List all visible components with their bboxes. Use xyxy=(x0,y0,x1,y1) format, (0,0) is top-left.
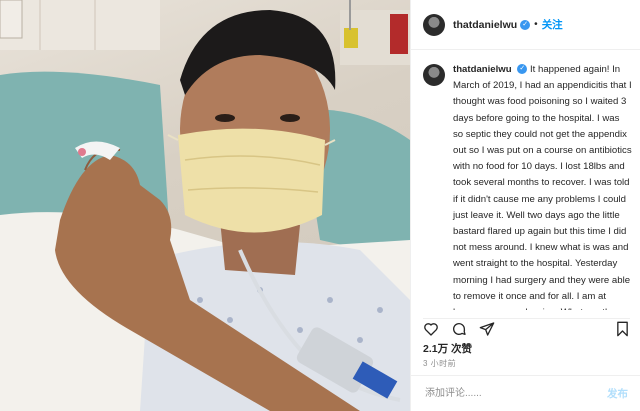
verified-badge-icon: ✓ xyxy=(520,19,531,30)
post-header: thatdanielwu ✓ • 关注 xyxy=(411,0,640,50)
caption-text-block: thatdanielwu ✓ It happened again! In Mar… xyxy=(453,62,632,310)
caption-username[interactable]: thatdanielwu xyxy=(453,64,512,75)
post-caption: thatdanielwu ✓ It happened again! In Mar… xyxy=(423,62,632,310)
avatar[interactable] xyxy=(423,13,445,36)
heart-icon[interactable] xyxy=(423,321,439,337)
instagram-post: thatdanielwu ✓ • 关注 thatdanielwu ✓ It ha… xyxy=(0,0,640,411)
caption-body: It happened again! In March of 2019, I h… xyxy=(453,64,632,310)
verified-badge-icon: ✓ xyxy=(517,64,528,75)
post-photo[interactable] xyxy=(0,0,410,411)
comment-icon[interactable] xyxy=(451,321,467,337)
like-count[interactable]: 2.1万 次赞 xyxy=(423,341,472,356)
comment-bar: 发布 xyxy=(411,375,640,411)
post-comment-button[interactable]: 发布 xyxy=(607,386,628,401)
share-icon[interactable] xyxy=(479,321,495,337)
bookmark-icon[interactable] xyxy=(615,321,630,337)
caption-avatar[interactable] xyxy=(423,64,445,86)
separator-dot: • xyxy=(534,19,538,30)
hospital-selfie-image xyxy=(0,0,410,411)
action-bar xyxy=(423,318,630,339)
comment-input[interactable] xyxy=(423,387,607,400)
follow-button[interactable]: 关注 xyxy=(542,17,563,32)
post-timestamp[interactable]: 3 小时前 xyxy=(423,358,456,369)
header-username[interactable]: thatdanielwu xyxy=(453,19,517,31)
post-side-panel: thatdanielwu ✓ • 关注 thatdanielwu ✓ It ha… xyxy=(410,0,640,411)
